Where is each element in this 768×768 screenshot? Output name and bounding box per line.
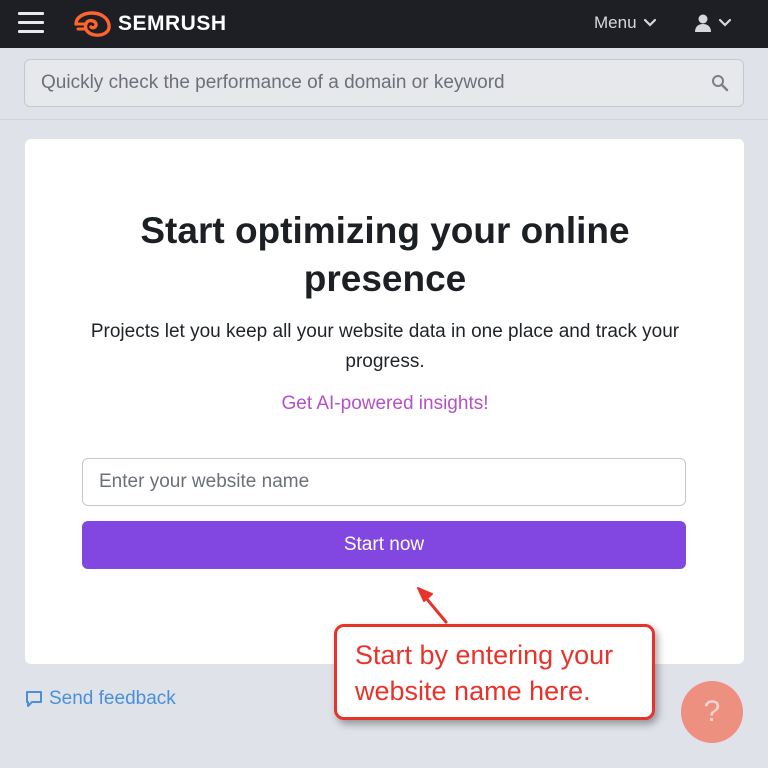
top-navigation-bar: SEMRUSH Menu xyxy=(0,0,768,48)
search-bar xyxy=(24,59,744,107)
search-icon[interactable] xyxy=(711,74,729,92)
annotation-callout: Start by entering your website name here… xyxy=(334,624,655,720)
header-divider xyxy=(0,119,768,120)
help-icon[interactable]: ? xyxy=(681,681,743,743)
start-now-button[interactable]: Start now xyxy=(82,521,686,569)
menu-label: Menu xyxy=(594,13,637,32)
send-feedback-label: Send feedback xyxy=(49,688,176,709)
page-title: Start optimizing your online presence xyxy=(140,210,630,299)
ai-insights-link[interactable]: Get AI-powered insights! xyxy=(185,393,585,415)
annotation-line-1: Start by entering your xyxy=(355,640,614,670)
annotation-line-2: website name here. xyxy=(355,676,591,706)
semrush-logo[interactable]: SEMRUSH xyxy=(74,9,227,39)
search-input[interactable] xyxy=(25,60,685,106)
chevron-down-icon xyxy=(718,18,732,27)
chat-bubble-icon xyxy=(26,691,42,707)
website-name-input[interactable] xyxy=(82,458,686,506)
brand-name: SEMRUSH xyxy=(118,12,227,35)
send-feedback-link[interactable]: Send feedback xyxy=(25,688,176,710)
user-account-button[interactable] xyxy=(694,13,732,33)
menu-button[interactable]: Menu xyxy=(594,13,657,33)
user-icon xyxy=(695,14,711,32)
project-start-card: Start optimizing your online presence Pr… xyxy=(25,139,744,664)
page-subtitle: Projects let you keep all your website d… xyxy=(90,321,680,372)
semrush-fire-logo xyxy=(74,11,111,37)
hamburger-icon[interactable] xyxy=(18,12,44,34)
chevron-down-icon xyxy=(643,18,656,27)
